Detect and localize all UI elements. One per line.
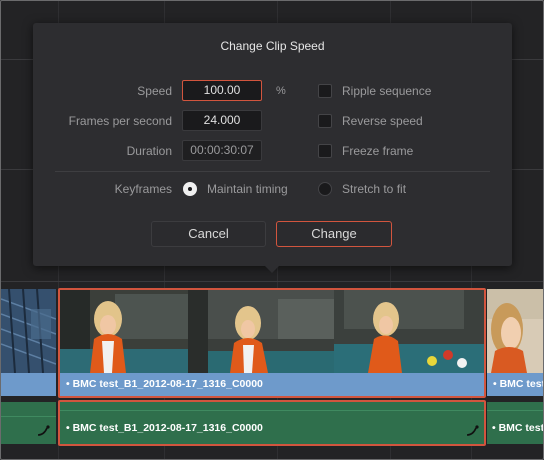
dialog-pointer xyxy=(263,264,281,273)
track-separator xyxy=(1,281,543,282)
change-clip-speed-dialog: Change Clip Speed Speed 100.00 % Frames … xyxy=(33,23,512,266)
dialog-divider xyxy=(55,171,490,172)
video-clip-left[interactable] xyxy=(1,289,56,396)
fps-label: Frames per second xyxy=(68,114,172,128)
speed-unit: % xyxy=(276,85,286,97)
clip-thumbnail xyxy=(487,289,543,373)
fps-input[interactable]: 24.000 xyxy=(182,110,262,131)
maintain-timing-label: Maintain timing xyxy=(207,182,288,196)
audio-clip-left[interactable] xyxy=(1,402,56,444)
clip-label: • BMC test xyxy=(487,373,543,396)
audio-clip-right[interactable]: • BMC test xyxy=(487,402,543,444)
clip-thumbnail xyxy=(1,289,56,373)
freeze-frame-checkbox[interactable] xyxy=(318,144,332,158)
ripple-sequence-checkbox[interactable] xyxy=(318,84,332,98)
fade-handle-icon[interactable] xyxy=(37,424,51,436)
change-button[interactable]: Change xyxy=(276,221,392,247)
clip-label xyxy=(1,373,56,396)
video-clip-right[interactable]: • BMC test xyxy=(487,289,543,396)
speed-input[interactable]: 100.00 xyxy=(182,80,262,101)
cancel-button[interactable]: Cancel xyxy=(151,221,266,247)
waveform-line xyxy=(1,416,56,417)
duration-input[interactable]: 00:00:30:07 xyxy=(182,140,262,161)
selection-outline xyxy=(58,288,486,398)
speed-label: Speed xyxy=(137,84,172,98)
ripple-sequence-label: Ripple sequence xyxy=(342,84,432,98)
reverse-speed-checkbox[interactable] xyxy=(318,114,332,128)
audio-clip-label: • BMC test xyxy=(492,422,543,434)
selection-outline xyxy=(58,400,486,446)
maintain-timing-radio[interactable] xyxy=(183,182,197,196)
dialog-title: Change Clip Speed xyxy=(220,39,325,53)
duration-label: Duration xyxy=(126,144,172,158)
reverse-speed-label: Reverse speed xyxy=(342,114,423,128)
keyframes-label: Keyframes xyxy=(114,182,172,196)
waveform-line xyxy=(487,410,543,411)
stretch-to-fit-radio[interactable] xyxy=(318,182,332,196)
freeze-frame-label: Freeze frame xyxy=(342,144,414,158)
stretch-to-fit-label: Stretch to fit xyxy=(342,182,407,196)
